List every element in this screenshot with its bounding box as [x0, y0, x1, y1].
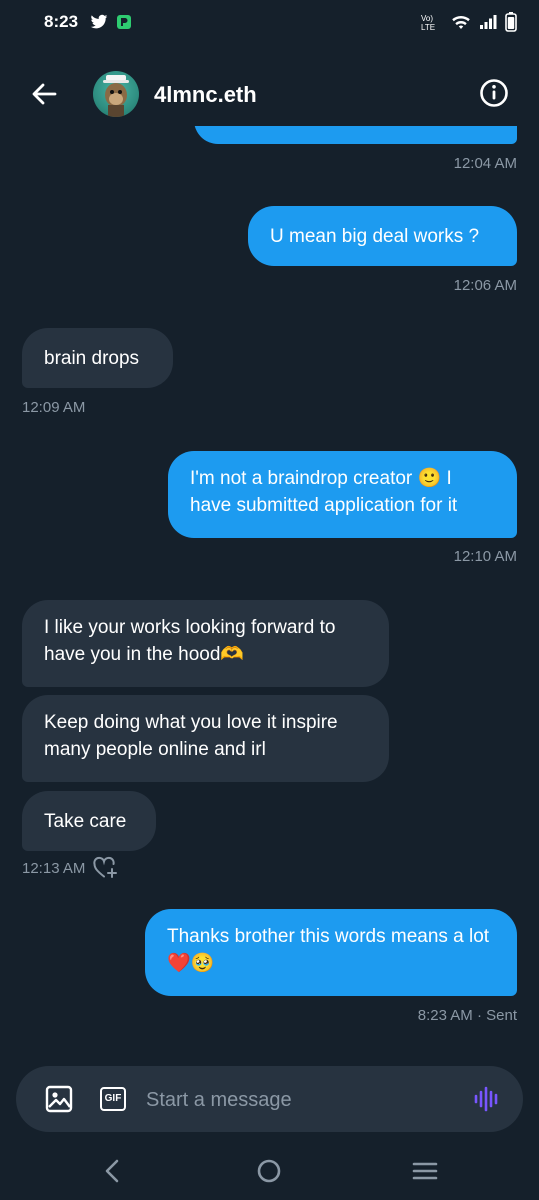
signal-icon — [480, 15, 497, 29]
svg-text:Vo): Vo) — [421, 14, 433, 23]
image-icon[interactable] — [44, 1084, 74, 1114]
conversation-header: 4lmnc.eth — [0, 62, 539, 126]
message-bubble-outgoing[interactable] — [194, 126, 517, 144]
message-timestamp: 12:09 AM — [22, 399, 86, 416]
avatar[interactable] — [93, 71, 139, 117]
message-list: 12:04 AM U mean big deal works ? 12:06 A… — [0, 126, 539, 1056]
twitter-bird-icon — [90, 14, 108, 29]
message-bubble-outgoing[interactable]: U mean big deal works ? — [248, 206, 517, 266]
nav-back-icon[interactable] — [98, 1156, 128, 1186]
message-bubble-incoming[interactable]: brain drops — [22, 328, 173, 388]
nav-home-icon[interactable] — [254, 1156, 284, 1186]
voice-message-icon[interactable] — [472, 1084, 502, 1114]
nav-recents-icon[interactable] — [410, 1156, 440, 1186]
gif-button[interactable]: GIF — [100, 1087, 126, 1111]
back-arrow-icon[interactable] — [30, 80, 58, 108]
ape-avatar-icon — [103, 75, 129, 117]
volte-icon: Vo)LTE — [421, 14, 435, 31]
message-composer: GIF — [16, 1066, 523, 1132]
message-bubble-incoming[interactable]: Take care — [22, 791, 156, 851]
battery-icon — [505, 12, 517, 32]
message-timestamp: 12:10 AM — [453, 548, 517, 565]
message-timestamp-sent: 8:23 AM · Sent — [417, 1007, 517, 1024]
contact-name[interactable]: 4lmnc.eth — [154, 82, 257, 108]
message-input[interactable] — [146, 1086, 456, 1114]
message-timestamp: 12:13 AM — [22, 860, 86, 877]
message-bubble-outgoing[interactable]: Thanks brother this words means a lot ❤️… — [145, 909, 517, 996]
message-timestamp: 12:06 AM — [453, 277, 517, 294]
system-navigation-bar — [0, 1140, 539, 1200]
message-bubble-outgoing[interactable]: I'm not a braindrop creator 🙂 I have sub… — [168, 451, 517, 538]
status-time: 8:23 — [44, 12, 79, 31]
message-timestamp: 12:04 AM — [453, 155, 517, 172]
app-notification-icon — [117, 15, 132, 29]
status-bar: 8:23 Vo) LTE — [0, 0, 539, 44]
message-bubble-incoming[interactable]: Keep doing what you love it inspire many… — [22, 695, 389, 782]
info-icon[interactable] — [479, 78, 509, 108]
message-bubble-incoming[interactable]: I like your works looking forward to hav… — [22, 600, 389, 687]
svg-text:LTE: LTE — [421, 23, 435, 31]
wifi-icon — [452, 16, 470, 29]
gif-label: GIF — [104, 1093, 122, 1104]
add-reaction-icon[interactable] — [93, 856, 119, 880]
